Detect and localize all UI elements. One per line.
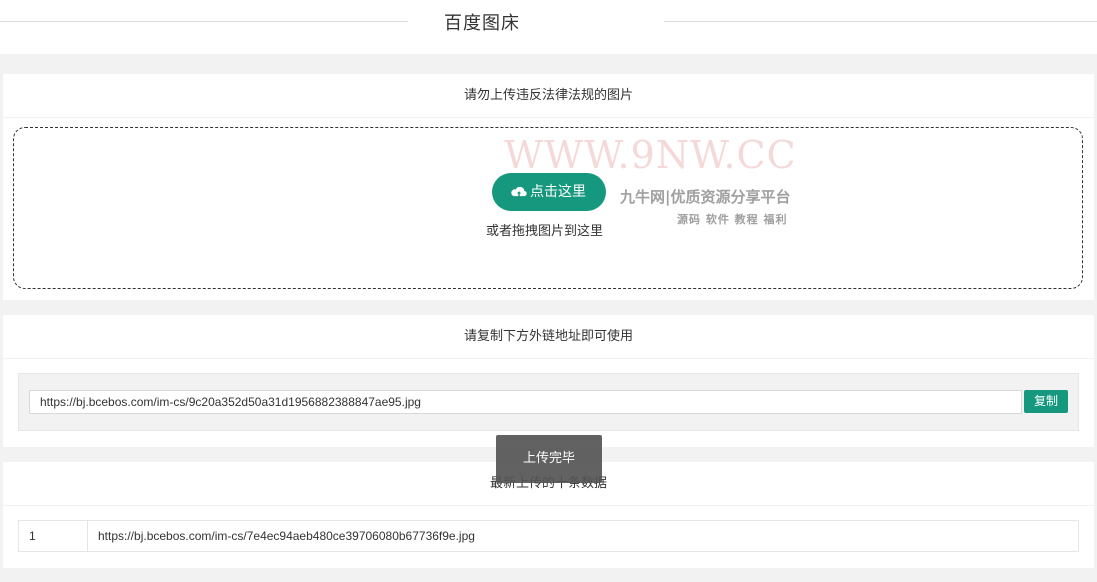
row-index: 1 — [19, 521, 88, 551]
page-title: 百度图床 — [444, 13, 520, 34]
watermark-text: WWW.9NW.CC — [504, 133, 797, 177]
link-notice: 请复制下方外链地址即可使用 — [3, 315, 1094, 359]
upload-button-label: 点击这里 — [530, 184, 586, 200]
watermark-tags: 源码 软件 教程 福利 — [677, 213, 788, 226]
upload-notice: 请勿上传违反法律法规的图片 — [3, 74, 1094, 118]
cloud-upload-icon — [511, 186, 527, 197]
upload-card: 请勿上传违反法律法规的图片 WWW.9NW.CC 点击这里 或者拖拽图片到这里 … — [3, 74, 1094, 300]
upload-button[interactable]: 点击这里 — [492, 173, 606, 211]
copy-button[interactable]: 复制 — [1024, 390, 1068, 413]
upload-dropzone[interactable]: WWW.9NW.CC 点击这里 或者拖拽图片到这里 九牛网|优质资源分享平台 源… — [13, 127, 1083, 289]
row-url[interactable]: https://bj.bcebos.com/im-cs/7e4ec94aeb48… — [88, 521, 1078, 551]
watermark-subtitle: 九牛网|优质资源分享平台 — [620, 188, 791, 206]
table-row: 1 https://bj.bcebos.com/im-cs/7e4ec94aeb… — [18, 520, 1079, 552]
header-divider-right — [664, 21, 1097, 22]
upload-complete-toast: 上传完毕 — [496, 435, 602, 483]
page-header: 百度图床 — [0, 0, 1097, 54]
drag-hint: 或者拖拽图片到这里 — [486, 224, 604, 239]
header-divider-left — [0, 21, 408, 22]
link-box: https://bj.bcebos.com/im-cs/9c20a352d50a… — [18, 373, 1079, 431]
link-card: 请复制下方外链地址即可使用 https://bj.bcebos.com/im-c… — [3, 315, 1094, 447]
link-url-input[interactable]: https://bj.bcebos.com/im-cs/9c20a352d50a… — [29, 390, 1022, 414]
